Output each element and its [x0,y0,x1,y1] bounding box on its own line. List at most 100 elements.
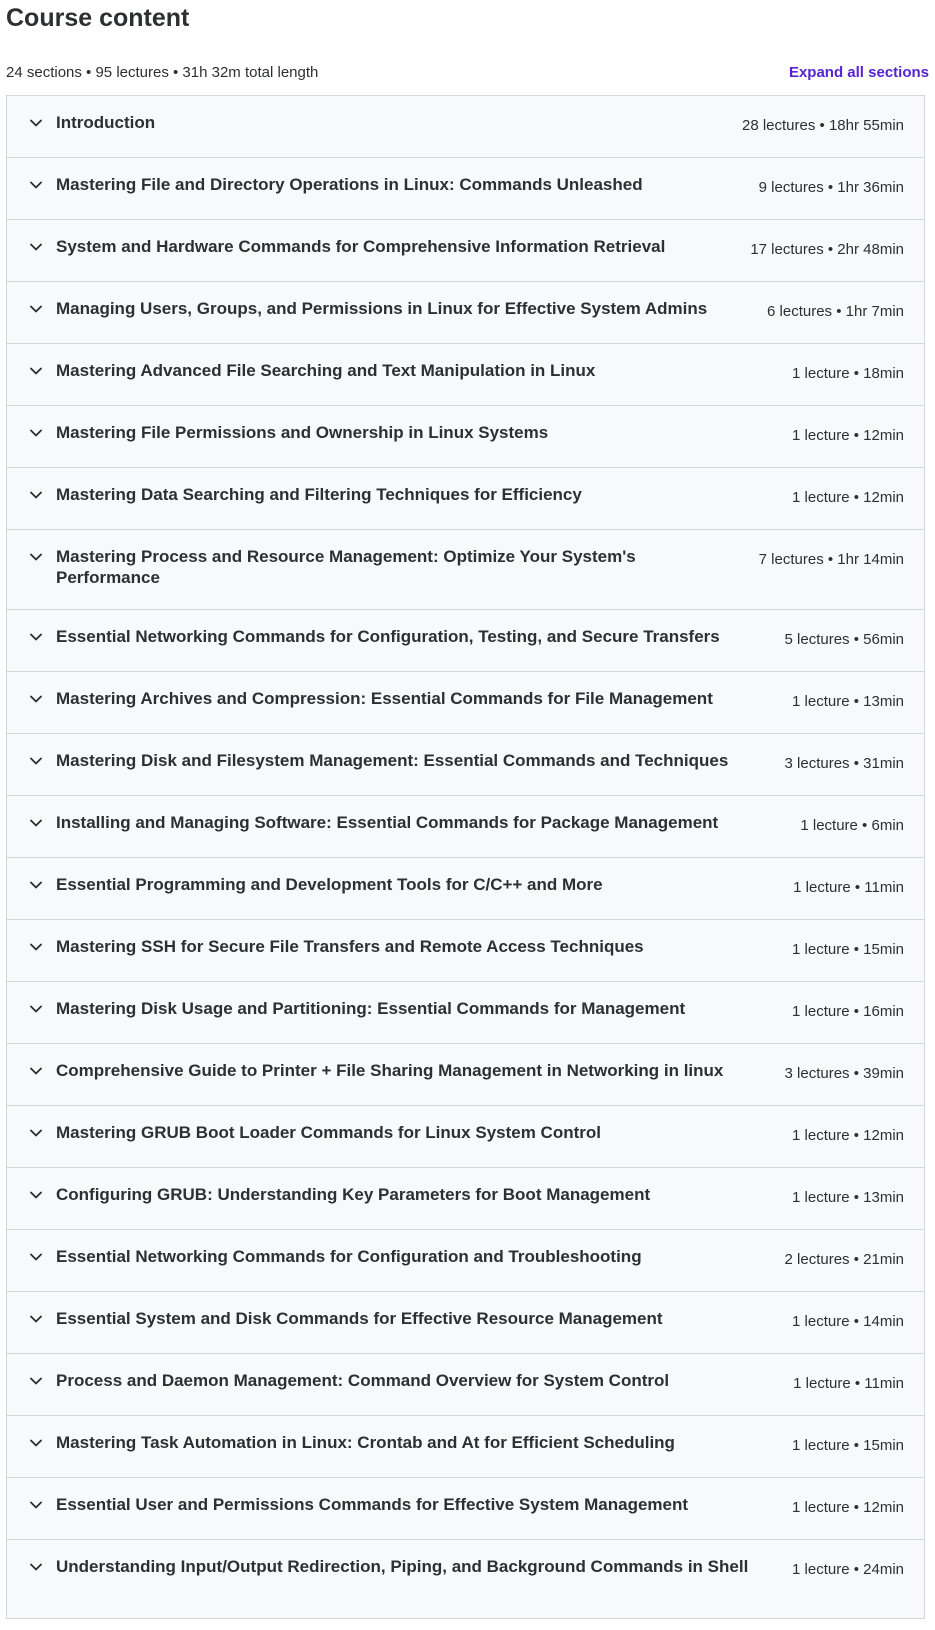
chevron-down-icon [29,485,43,505]
section-title: Mastering Process and Resource Managemen… [56,547,636,587]
section-row[interactable]: Understanding Input/Output Redirection, … [7,1540,924,1618]
section-row[interactable]: Comprehensive Guide to Printer + File Sh… [7,1044,924,1106]
chevron-down-icon [29,999,43,1019]
section-meta: 1 lecture • 13min [792,693,904,710]
section-title: Essential Networking Commands for Config… [56,627,720,646]
chevron-down-icon [29,937,43,957]
section-title: Understanding Input/Output Redirection, … [56,1557,749,1576]
section-title: Mastering Disk Usage and Partitioning: E… [56,999,686,1018]
section-row[interactable]: Mastering SSH for Secure File Transfers … [7,920,924,982]
section-title: Essential Programming and Development To… [56,875,603,894]
chevron-down-icon [29,1185,43,1205]
section-meta: 1 lecture • 11min [793,879,904,896]
expand-all-sections-button[interactable]: Expand all sections [789,64,929,81]
chevron-down-icon [29,361,43,381]
section-title: Configuring GRUB: Understanding Key Para… [56,1185,651,1204]
section-meta: 1 lecture • 15min [792,941,904,958]
section-title: Introduction [56,113,156,132]
section-row[interactable]: Process and Daemon Management: Command O… [7,1354,924,1416]
chevron-down-icon [29,547,43,567]
section-row[interactable]: Mastering Data Searching and Filtering T… [7,468,924,530]
chevron-down-icon [29,423,43,443]
chevron-down-icon [29,813,43,833]
chevron-down-icon [29,1433,43,1453]
course-summary: 24 sections • 95 lectures • 31h 32m tota… [6,63,319,81]
section-row[interactable]: Configuring GRUB: Understanding Key Para… [7,1168,924,1230]
section-row[interactable]: Essential Networking Commands for Config… [7,1230,924,1292]
section-meta: 3 lectures • 39min [784,1065,904,1082]
chevron-down-icon [29,299,43,319]
chevron-down-icon [29,1123,43,1143]
section-meta: 7 lectures • 1hr 14min [758,551,904,568]
section-title: Managing Users, Groups, and Permissions … [56,299,708,318]
chevron-down-icon [29,1061,43,1081]
section-title: Mastering GRUB Boot Loader Commands for … [56,1123,601,1142]
section-title: Essential System and Disk Commands for E… [56,1309,663,1328]
section-meta: 1 lecture • 12min [792,1499,904,1516]
section-meta: 1 lecture • 24min [792,1561,904,1578]
section-row[interactable]: Mastering Disk and Filesystem Management… [7,734,924,796]
section-title: Essential Networking Commands for Config… [56,1247,642,1266]
section-meta: 9 lectures • 1hr 36min [758,179,904,196]
section-meta: 2 lectures • 21min [784,1251,904,1268]
section-title: Mastering SSH for Secure File Transfers … [56,937,644,956]
section-row[interactable]: Mastering Task Automation in Linux: Cron… [7,1416,924,1478]
chevron-down-icon [29,113,43,133]
section-row[interactable]: Mastering File Permissions and Ownership… [7,406,924,468]
section-meta: 3 lectures • 31min [784,755,904,772]
page-title: Course content [6,4,190,32]
chevron-down-icon [29,1371,43,1391]
section-meta: 1 lecture • 18min [792,365,904,382]
section-row[interactable]: Mastering Advanced File Searching and Te… [7,344,924,406]
section-row[interactable]: Mastering Process and Resource Managemen… [7,530,924,610]
section-title: Mastering File Permissions and Ownership… [56,423,549,442]
section-title: Mastering Disk and Filesystem Management… [56,751,729,770]
section-title: System and Hardware Commands for Compreh… [56,237,666,256]
section-title: Essential User and Permissions Commands … [56,1495,689,1514]
sections-accordion: Introduction 28 lectures • 18hr 55min Mast… [6,95,925,1619]
section-meta: 5 lectures • 56min [784,631,904,648]
chevron-down-icon [29,875,43,895]
section-row[interactable]: Essential User and Permissions Commands … [7,1478,924,1540]
section-row[interactable]: Essential Programming and Development To… [7,858,924,920]
chevron-down-icon [29,627,43,647]
section-row[interactable]: Introduction 28 lectures • 18hr 55min [7,96,924,158]
chevron-down-icon [29,689,43,709]
chevron-down-icon [29,751,43,771]
section-meta: 1 lecture • 12min [792,1127,904,1144]
section-title: Mastering Data Searching and Filtering T… [56,485,582,504]
chevron-down-icon [29,1247,43,1267]
course-content-panel: Course content 24 sections • 95 lectures… [0,0,935,1630]
section-row[interactable]: Mastering Disk Usage and Partitioning: E… [7,982,924,1044]
section-meta: 6 lectures • 1hr 7min [767,303,904,320]
section-row[interactable]: Mastering File and Directory Operations … [7,158,924,220]
chevron-down-icon [29,175,43,195]
summary-row: 24 sections • 95 lectures • 31h 32m tota… [6,60,929,84]
section-meta: 28 lectures • 18hr 55min [741,117,904,134]
section-row[interactable]: Mastering Archives and Compression: Esse… [7,672,924,734]
section-row[interactable]: System and Hardware Commands for Compreh… [7,220,924,282]
section-meta: 1 lecture • 15min [792,1437,904,1454]
section-title: Mastering File and Directory Operations … [56,175,643,194]
chevron-down-icon [29,1557,43,1577]
section-meta: 1 lecture • 6min [800,817,904,834]
section-meta: 17 lectures • 2hr 48min [750,241,904,258]
section-row[interactable]: Installing and Managing Software: Essent… [7,796,924,858]
chevron-down-icon [29,237,43,257]
chevron-down-icon [29,1495,43,1515]
section-title: Installing and Managing Software: Essent… [56,813,719,832]
section-meta: 1 lecture • 12min [792,489,904,506]
section-row[interactable]: Mastering GRUB Boot Loader Commands for … [7,1106,924,1168]
chevron-down-icon [29,1309,43,1329]
section-meta: 1 lecture • 12min [792,427,904,444]
section-title: Mastering Advanced File Searching and Te… [56,361,596,380]
section-meta: 1 lecture • 11min [793,1375,904,1392]
section-title: Mastering Archives and Compression: Esse… [56,689,713,708]
section-meta: 1 lecture • 14min [792,1313,904,1330]
section-title: Mastering Task Automation in Linux: Cron… [56,1433,675,1452]
section-meta: 1 lecture • 13min [792,1189,904,1206]
section-meta: 1 lecture • 16min [792,1003,904,1020]
section-row[interactable]: Essential System and Disk Commands for E… [7,1292,924,1354]
section-row[interactable]: Essential Networking Commands for Config… [7,610,924,672]
section-row[interactable]: Managing Users, Groups, and Permissions … [7,282,924,344]
